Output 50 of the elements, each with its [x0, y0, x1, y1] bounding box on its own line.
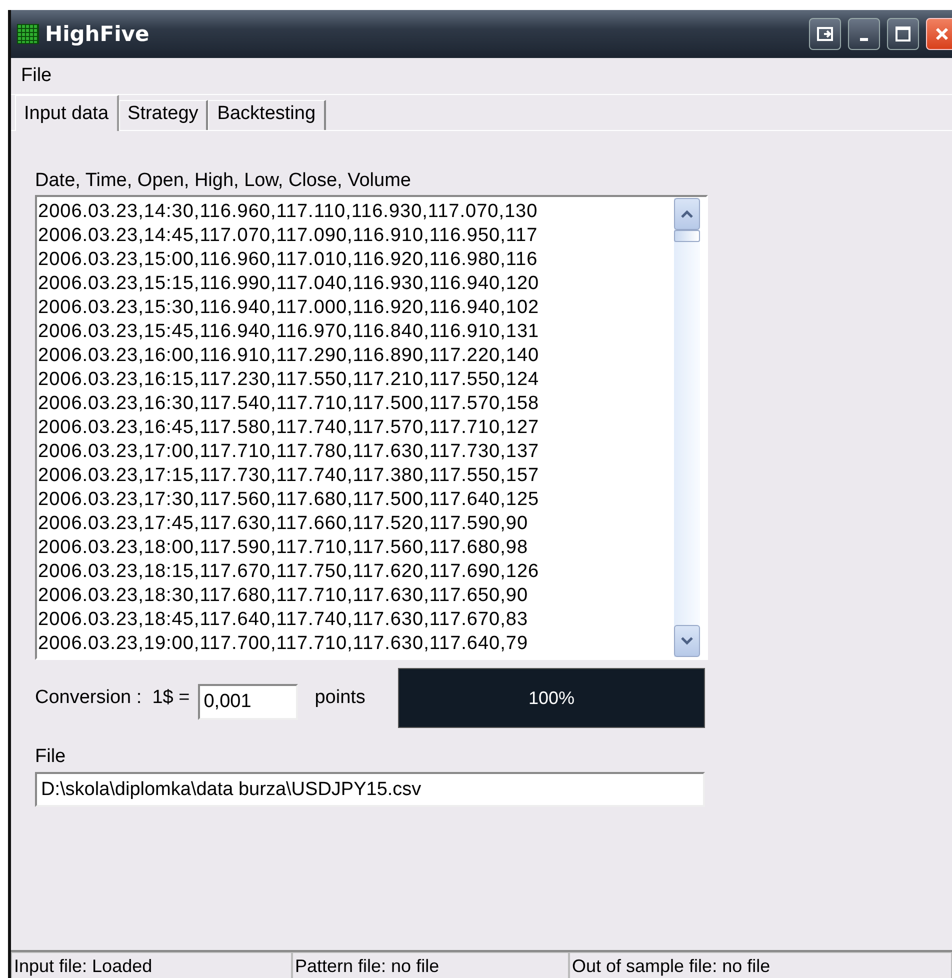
maximize-icon — [895, 26, 911, 42]
close-icon — [934, 26, 950, 42]
status-pane: Out of sample file: no file — [569, 952, 952, 978]
data-row-text: 2006.03.23,17:00,117.710,117.780,117.630,117.730,137 — [38, 440, 540, 464]
data-row-text: 2006.03.23,18:30,117.680,117.710,117.630,117.650,90 — [38, 584, 530, 608]
data-row-text: 2006.03.23,17:30,117.560,117.680,117.500,117.640,125 — [38, 488, 540, 512]
scroll-down-button[interactable] — [674, 625, 700, 657]
data-row-text: 2006.03.23,16:45,117.580,117.740,117.570,117.710,127 — [38, 416, 540, 440]
menu-item[interactable]: File — [21, 65, 52, 87]
restore-button[interactable] — [809, 18, 841, 50]
scroll-thumb[interactable] — [674, 230, 700, 242]
chevron-down-icon — [681, 637, 693, 645]
status-pane: Pattern file: no file — [292, 952, 569, 978]
data-row-text: 2006.03.23,18:45,117.640,117.740,117.630,117.670,83 — [38, 608, 530, 632]
data-row-text: 2006.03.23,15:30,116.940,117.000,116.920,116.940,102 — [38, 296, 540, 320]
status-pane: Input file: Loaded — [11, 952, 292, 978]
progress-text: 100% — [528, 688, 575, 708]
minimize-button[interactable] — [848, 18, 880, 50]
conversion-label: Conversion : 1$ = — [35, 687, 190, 709]
data-row-text: 2006.03.23,14:30,116.960,117.110,116.930,117.070,130 — [38, 200, 539, 224]
file-label: File — [35, 746, 67, 768]
maximize-button[interactable] — [887, 18, 919, 50]
data-row-text: 2006.03.23,15:00,116.960,117.010,116.920,116.980,116 — [38, 248, 539, 272]
file-path-field[interactable]: D:\skola\diplomka\data burza\USDJPY15.csv — [35, 772, 705, 807]
chevron-up-icon — [681, 210, 693, 218]
scrollbar[interactable] — [674, 198, 700, 657]
tab[interactable]: Strategy — [118, 100, 208, 130]
close-button[interactable] — [926, 18, 952, 50]
data-row-text: 2006.03.23,17:15,117.730,117.740,117.380,117.550,157 — [38, 464, 540, 488]
data-row-text: 2006.03.23,15:15,116.990,117.040,116.930,116.940,120 — [38, 272, 540, 296]
data-row-text: 2006.03.23,15:45,116.940,116.970,116.840,116.910,131 — [38, 320, 540, 344]
data-list[interactable] — [35, 195, 708, 660]
conversion-field[interactable]: 0,001 — [198, 684, 298, 720]
data-row-text: 2006.03.23,16:30,117.540,117.710,117.500,117.570,158 — [38, 392, 540, 416]
tab[interactable]: Backtesting — [208, 100, 326, 130]
data-row-text: 2006.03.23,19:00,117.700,117.710,117.630,117.640,79 — [38, 632, 530, 656]
data-row-text: 2006.03.23,14:45,117.070,117.090,116.910,116.950,117 — [38, 224, 539, 248]
columns-label: Date, Time, Open, High, Low, Close, Volume — [35, 170, 412, 192]
data-row-text: 2006.03.23,18:15,117.670,117.750,117.620,117.690,126 — [38, 560, 540, 584]
data-row-text: 2006.03.23,17:45,117.630,117.660,117.520,117.590,90 — [38, 512, 530, 536]
scroll-up-button[interactable] — [674, 198, 700, 230]
window-icon — [817, 27, 833, 41]
app-icon — [17, 24, 39, 44]
unit-label: points — [314, 687, 366, 709]
data-row-text: 2006.03.23,16:15,117.230,117.550,117.210,117.550,124 — [38, 368, 540, 392]
tab[interactable]: Input data — [15, 95, 119, 131]
data-row-text: 2006.03.23,16:00,116.910,117.290,116.890,117.220,140 — [38, 344, 540, 368]
minimize-icon — [860, 38, 868, 40]
data-row-text: 2006.03.23,18:00,117.590,117.710,117.560,117.680,98 — [38, 536, 530, 560]
window-title: HighFive — [45, 22, 150, 46]
